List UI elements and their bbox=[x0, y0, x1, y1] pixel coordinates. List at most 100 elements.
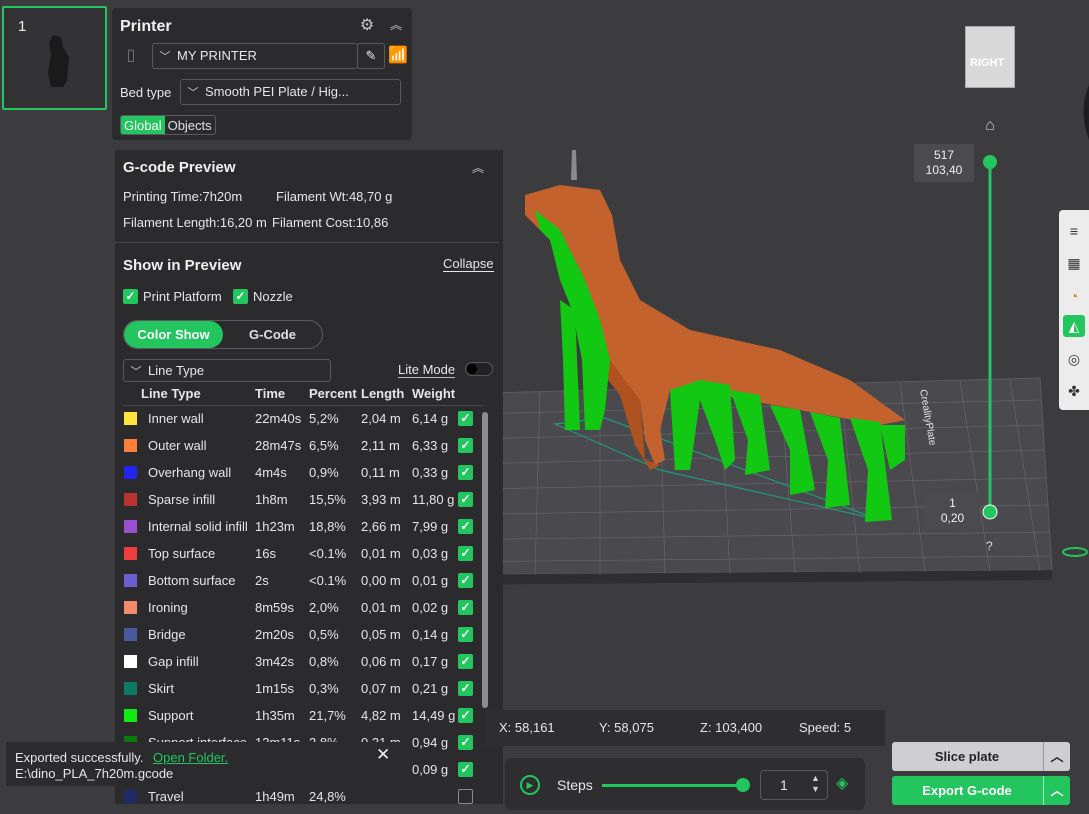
cell-time: 4m4s bbox=[255, 465, 287, 480]
steps-spinbox[interactable]: 1 ▲ ▼ bbox=[760, 770, 828, 800]
cell-length: 0,06 m bbox=[361, 654, 401, 669]
open-folder-link[interactable]: Open Folder. bbox=[153, 750, 228, 765]
cell-time: 1h23m bbox=[255, 519, 295, 534]
cell-percent: 21,7% bbox=[309, 708, 346, 723]
cell-weight: 6,33 g bbox=[412, 438, 449, 453]
printer-panel: Printer ⚙ ︽ ▯ ﹀ MY PRINTER ✎ 📶 Bed type ﹀… bbox=[112, 8, 412, 140]
visibility-checkbox[interactable] bbox=[458, 789, 473, 804]
cell-time: 8m59s bbox=[255, 600, 295, 615]
visibility-checkbox[interactable]: ✓ bbox=[458, 492, 473, 507]
chevron-up-icon[interactable]: ︿ bbox=[1043, 776, 1070, 805]
settings-gear-icon[interactable]: ⚙ bbox=[358, 17, 376, 35]
cell-percent: 18,8% bbox=[309, 519, 346, 534]
visibility-checkbox[interactable]: ✓ bbox=[458, 465, 473, 480]
table-row: Gap infill 3m42s 0,8% 0,06 m 0,17 g ✓ bbox=[115, 649, 485, 676]
filament-length: Filament Length:16,20 m bbox=[123, 215, 267, 230]
layer-slider-top-handle[interactable] bbox=[983, 155, 997, 169]
visibility-checkbox[interactable]: ✓ bbox=[458, 681, 473, 696]
cell-percent: 24,8% bbox=[309, 789, 346, 804]
frame-select-icon[interactable]: ▦ bbox=[1063, 252, 1085, 274]
lite-mode-label: Lite Mode bbox=[398, 362, 456, 378]
coordinate-readout: X: 58,161 Y: 58,075 Z: 103,400 Speed: 5 bbox=[485, 710, 885, 746]
preview-mode-icon[interactable]: ◭ bbox=[1063, 315, 1085, 337]
collapse-chevrons-icon[interactable]: ︽ bbox=[469, 159, 487, 177]
layers-align-icon[interactable]: ≡ bbox=[1063, 220, 1085, 242]
tab-global[interactable]: Global bbox=[121, 116, 165, 134]
cell-name: Skirt bbox=[148, 681, 174, 696]
cell-weight: 0,33 g bbox=[412, 465, 449, 480]
cell-time: 28m47s bbox=[255, 438, 302, 453]
color-show-tab[interactable]: Color Show bbox=[124, 321, 223, 348]
close-icon[interactable]: ✕ bbox=[376, 745, 390, 765]
plate-corner-icon bbox=[1062, 547, 1088, 557]
slice-plate-label: Slice plate bbox=[934, 749, 1000, 764]
divider bbox=[115, 242, 499, 243]
cell-name: Support bbox=[148, 708, 194, 723]
visibility-checkbox[interactable]: ✓ bbox=[458, 546, 473, 561]
layer-slider-bottom-handle[interactable] bbox=[982, 504, 998, 520]
cell-weight: 0,03 g bbox=[412, 546, 449, 561]
gcode-tab[interactable]: G-Code bbox=[223, 321, 322, 348]
wifi-icon[interactable]: 📶 bbox=[388, 47, 408, 65]
visibility-checkbox[interactable]: ✓ bbox=[458, 519, 473, 534]
visibility-checkbox[interactable]: ✓ bbox=[458, 600, 473, 615]
home-view-icon[interactable]: ⌂ bbox=[980, 117, 1000, 137]
layer-top-label: 517 103,40 bbox=[914, 144, 974, 182]
col-header-weight: Weight bbox=[412, 386, 456, 401]
visibility-checkbox[interactable]: ✓ bbox=[458, 411, 473, 426]
cell-percent: 2,0% bbox=[309, 600, 339, 615]
nozzle-checkbox[interactable]: ✓ bbox=[233, 289, 248, 304]
line-type-select[interactable]: ﹀ Line Type bbox=[123, 359, 331, 382]
target-icon[interactable]: ◎ bbox=[1063, 348, 1085, 370]
collapse-chevrons-icon[interactable]: ︽ bbox=[387, 16, 405, 34]
steps-playback-bar: ▶ Steps 1 ▲ ▼ ◈ bbox=[505, 758, 865, 810]
right-toolbar: ≡ ▦ ◔ ◭ ◎ ✤ bbox=[1059, 210, 1089, 410]
steps-slider-track[interactable] bbox=[602, 784, 744, 787]
table-scrollbar[interactable] bbox=[482, 412, 488, 708]
collapse-link[interactable]: Collapse bbox=[443, 257, 494, 272]
bed-type-select[interactable]: ﹀ Smooth PEI Plate / Hig... bbox=[180, 79, 401, 105]
play-icon[interactable]: ▶ bbox=[520, 775, 540, 795]
print-platform-checkbox[interactable]: ✓ bbox=[123, 289, 138, 304]
lite-mode-switch[interactable] bbox=[465, 362, 493, 376]
fan-icon[interactable]: ✤ bbox=[1063, 380, 1085, 402]
sidebar-expand-handle[interactable] bbox=[1083, 85, 1089, 140]
tab-objects[interactable]: Objects bbox=[165, 116, 215, 134]
table-row: Bridge 2m20s 0,5% 0,05 m 0,14 g ✓ bbox=[115, 622, 485, 649]
visibility-checkbox[interactable]: ✓ bbox=[458, 627, 473, 642]
visibility-checkbox[interactable]: ✓ bbox=[458, 573, 473, 588]
top-layer-height: 103,40 bbox=[925, 163, 963, 177]
edit-printer-button[interactable]: ✎ bbox=[357, 43, 385, 69]
color-swatch bbox=[124, 439, 137, 452]
visibility-checkbox[interactable]: ✓ bbox=[458, 438, 473, 453]
layers-stack-icon[interactable]: ◈ bbox=[836, 775, 854, 793]
chevron-up-icon[interactable]: ︿ bbox=[1043, 742, 1070, 771]
cell-time: 3m42s bbox=[255, 654, 295, 669]
export-notification: Exported successfully. Open Folder. E:\d… bbox=[6, 742, 404, 786]
table-row: Overhang wall 4m4s 0,9% 0,11 m 0,33 g ✓ bbox=[115, 460, 485, 487]
view-navigation-cube[interactable]: RIGHT bbox=[965, 26, 1015, 88]
spin-up-down-icon[interactable]: ▲ ▼ bbox=[811, 773, 820, 795]
cell-name: Bridge bbox=[148, 627, 186, 642]
printer-select[interactable]: ﹀ MY PRINTER bbox=[152, 43, 358, 69]
visibility-checkbox[interactable]: ✓ bbox=[458, 762, 473, 777]
steps-slider-handle[interactable] bbox=[736, 778, 750, 792]
layer-bottom-label: 1 0,20 bbox=[925, 493, 980, 529]
nozzle-label: Nozzle bbox=[253, 289, 293, 304]
cell-weight: 11,80 g bbox=[412, 492, 455, 507]
cell-weight: 0,02 g bbox=[412, 600, 449, 615]
cell-time: 16s bbox=[255, 546, 276, 561]
plate-thumbnail[interactable]: 1 bbox=[2, 6, 107, 110]
visibility-checkbox[interactable]: ✓ bbox=[458, 735, 473, 750]
y-coordinate: Y: 58,075 bbox=[599, 720, 654, 735]
speed-gauge-icon[interactable]: ◔ bbox=[1063, 285, 1085, 307]
color-swatch bbox=[124, 547, 137, 560]
layer-help-icon[interactable]: ? bbox=[986, 539, 993, 553]
export-gcode-button[interactable]: Export G-code ︿ bbox=[892, 776, 1070, 805]
visibility-checkbox[interactable]: ✓ bbox=[458, 708, 473, 723]
toast-file-path: E:\dino_PLA_7h20m.gcode bbox=[15, 766, 174, 781]
slice-plate-button[interactable]: Slice plate ︿ bbox=[892, 742, 1070, 771]
visibility-checkbox[interactable]: ✓ bbox=[458, 654, 473, 669]
cell-name: Inner wall bbox=[148, 411, 204, 426]
dino-thumbnail-icon bbox=[48, 35, 69, 87]
